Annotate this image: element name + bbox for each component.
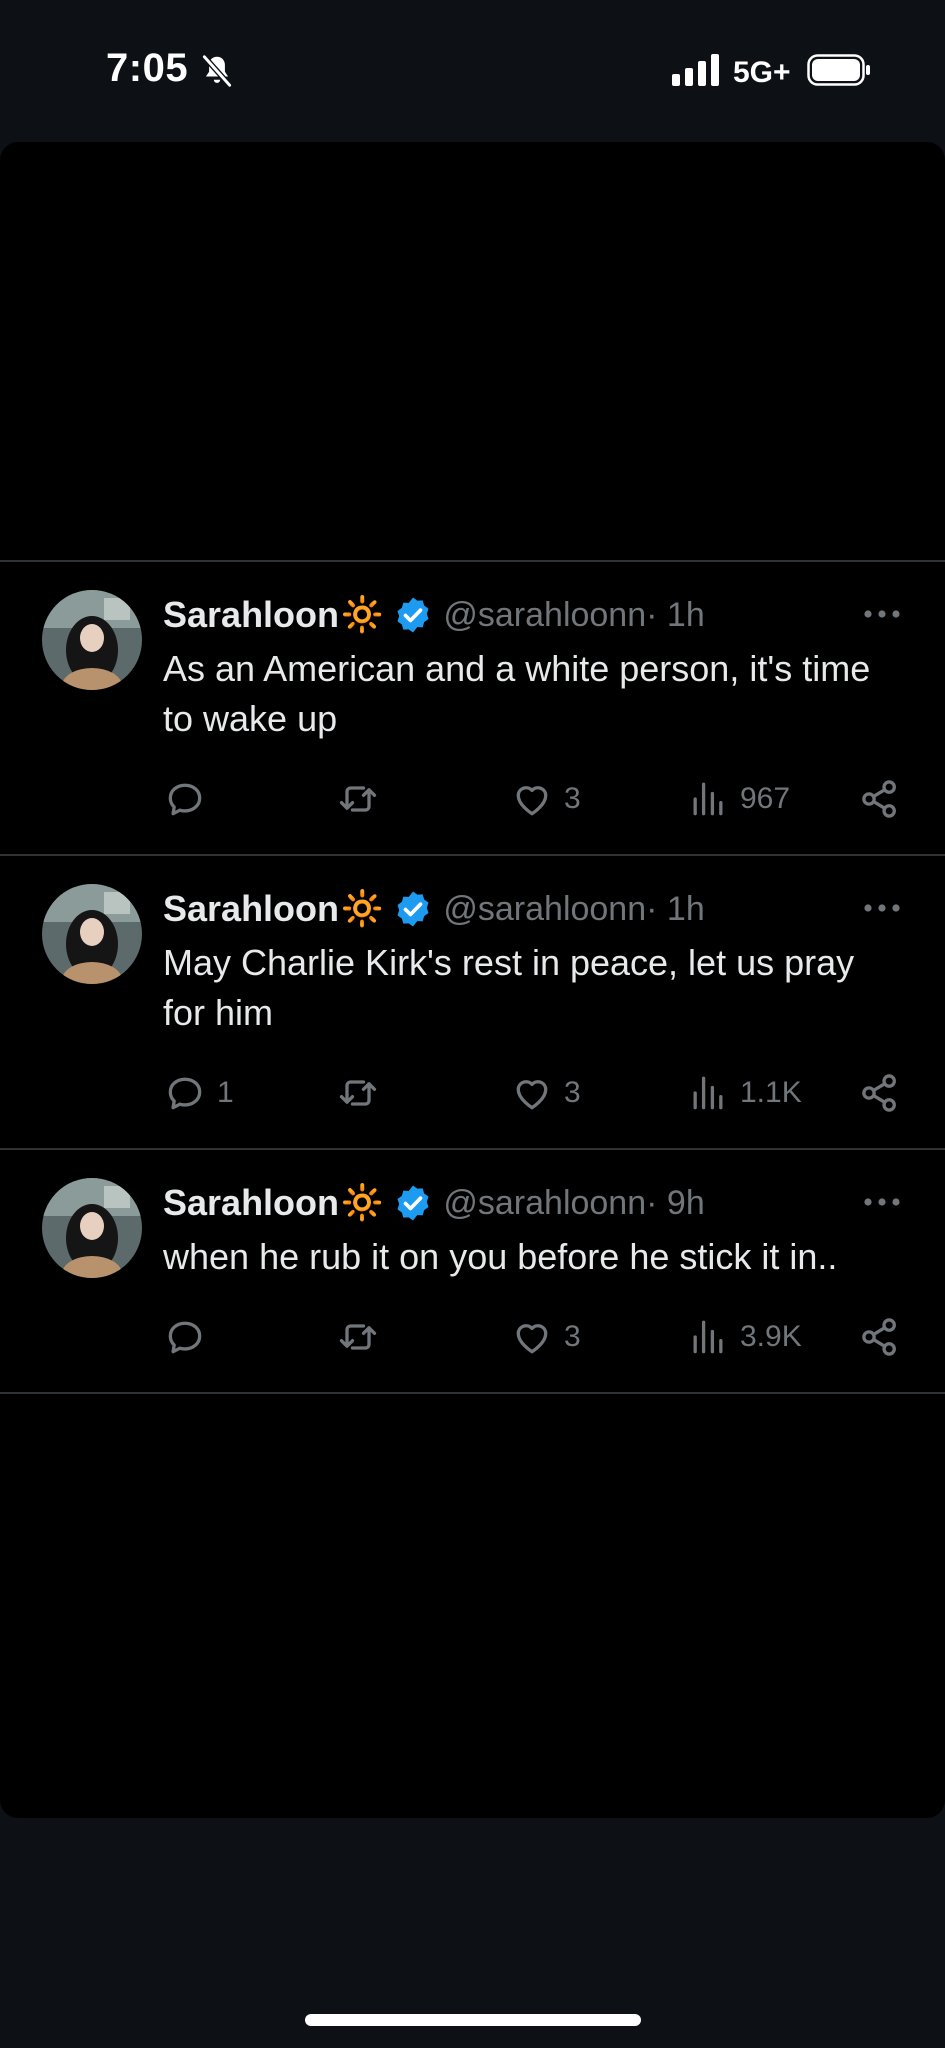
reply-button[interactable]: 1 — [163, 1068, 234, 1118]
retweet-button[interactable] — [336, 1068, 390, 1118]
signal-bars-icon — [672, 54, 719, 86]
sun-emoji: 🔆 — [341, 889, 384, 929]
timestamp: · 1h — [646, 889, 705, 928]
tweet[interactable]: Sarahloon 🔆 @sarahloonn · 1h As an Ameri… — [0, 560, 945, 854]
home-indicator[interactable] — [305, 2014, 641, 2026]
avatar[interactable] — [42, 1178, 142, 1278]
heart-icon — [516, 1324, 548, 1354]
like-count: 3 — [564, 1076, 581, 1109]
reply-icon — [168, 1077, 202, 1110]
avatar[interactable] — [42, 884, 142, 984]
battery-icon — [807, 54, 870, 86]
reply-button[interactable] — [163, 774, 217, 824]
tweet-text: As an American and a white person, it's … — [163, 648, 871, 739]
retweet-icon — [339, 786, 377, 812]
reply-count: 1 — [217, 1076, 234, 1109]
tweet-header: Sarahloon 🔆 @sarahloonn · 9h — [163, 1180, 705, 1226]
bell-slash-icon — [202, 54, 232, 88]
views-chart-icon — [693, 782, 723, 816]
timestamp: · 1h — [646, 595, 705, 634]
handle[interactable]: @sarahloonn — [443, 596, 646, 635]
handle[interactable]: @sarahloonn — [443, 890, 646, 929]
timestamp: · 9h — [646, 1183, 705, 1222]
heart-icon — [516, 1080, 548, 1110]
share-icon — [862, 780, 896, 818]
views-chart-icon — [693, 1076, 723, 1110]
reply-button[interactable] — [163, 1312, 217, 1362]
like-button[interactable]: 3 — [510, 774, 581, 824]
tweet-header: Sarahloon 🔆 @sarahloonn · 1h — [163, 886, 705, 932]
retweet-button[interactable] — [336, 1312, 390, 1362]
retweet-icon — [339, 1080, 377, 1106]
tweet-card: Sarahloon 🔆 @sarahloonn · 1h As an Ameri… — [0, 142, 945, 1818]
more-options-icon[interactable] — [863, 1196, 901, 1208]
views-button[interactable]: 967 — [686, 774, 790, 824]
more-options-icon[interactable] — [863, 608, 901, 620]
heart-icon — [516, 786, 548, 816]
sun-emoji: 🔆 — [341, 595, 384, 635]
network-label: 5G+ — [733, 56, 791, 89]
views-button[interactable]: 3.9K — [686, 1312, 802, 1362]
tweet-actions: 3 967 — [0, 774, 945, 824]
share-icon — [862, 1318, 896, 1356]
sun-emoji: 🔆 — [341, 1183, 384, 1223]
status-bar: 7:05 5G+ — [0, 0, 945, 140]
retweet-button[interactable] — [336, 774, 390, 824]
tweet-header: Sarahloon 🔆 @sarahloonn · 1h — [163, 592, 705, 638]
tweet[interactable]: Sarahloon 🔆 @sarahloonn · 1h May Charlie… — [0, 854, 945, 1148]
verified-badge-icon — [397, 597, 429, 633]
share-button[interactable] — [858, 1312, 902, 1362]
view-count: 1.1K — [740, 1076, 802, 1109]
verified-badge-icon — [397, 891, 429, 927]
views-button[interactable]: 1.1K — [686, 1068, 802, 1118]
share-button[interactable] — [858, 774, 902, 824]
tweet-actions: 1 3 1.1K — [0, 1068, 945, 1118]
like-button[interactable]: 3 — [510, 1312, 581, 1362]
display-name[interactable]: Sarahloon — [163, 594, 339, 636]
view-count: 3.9K — [740, 1320, 802, 1353]
status-time: 7:05 — [106, 46, 189, 90]
avatar[interactable] — [42, 590, 142, 690]
tweet-text: when he rub it on you before he stick it… — [163, 1236, 838, 1277]
tweet-text: May Charlie Kirk's rest in peace, let us… — [163, 942, 855, 1033]
share-button[interactable] — [858, 1068, 902, 1118]
verified-badge-icon — [397, 1185, 429, 1221]
display-name[interactable]: Sarahloon — [163, 888, 339, 930]
handle[interactable]: @sarahloonn — [443, 1184, 646, 1223]
retweet-icon — [339, 1324, 377, 1350]
like-button[interactable]: 3 — [510, 1068, 581, 1118]
tweet-actions: 3 3.9K — [0, 1312, 945, 1362]
display-name[interactable]: Sarahloon — [163, 1182, 339, 1224]
more-options-icon[interactable] — [863, 902, 901, 914]
like-count: 3 — [564, 1320, 581, 1353]
view-count: 967 — [740, 782, 791, 815]
share-icon — [862, 1074, 896, 1112]
views-chart-icon — [693, 1320, 723, 1354]
like-count: 3 — [564, 782, 581, 815]
reply-icon — [168, 1321, 202, 1354]
reply-icon — [168, 783, 202, 816]
tweet[interactable]: Sarahloon 🔆 @sarahloonn · 9h when he rub… — [0, 1148, 945, 1394]
